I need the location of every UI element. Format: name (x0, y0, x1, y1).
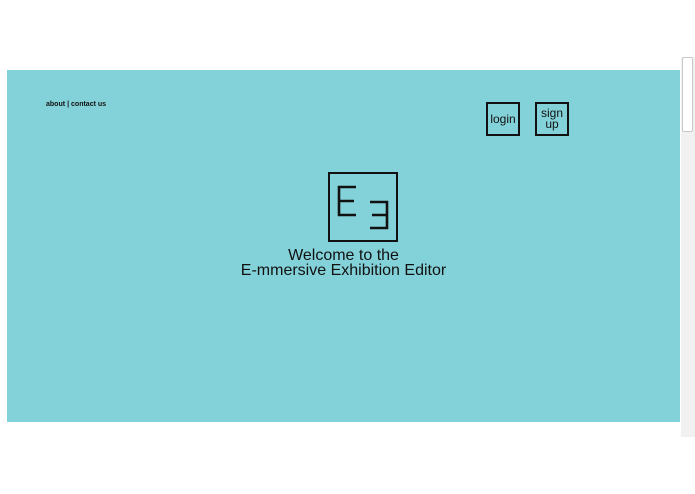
hero-section: about | contact us login sign up Welcome t… (7, 70, 680, 422)
vertical-scrollbar[interactable] (681, 57, 695, 437)
contact-link[interactable]: contact us (71, 101, 106, 108)
signup-button[interactable]: sign up (535, 102, 569, 136)
scrollbar-thumb[interactable] (682, 57, 693, 132)
login-label: login (490, 111, 516, 126)
signup-label: sign up (540, 106, 563, 131)
welcome-line-2: E-mmersive Exhibition Editor (240, 262, 447, 279)
page: about | contact us login sign up Welcome t… (0, 0, 695, 494)
about-link[interactable]: about (46, 101, 65, 108)
nav-separator: | (67, 101, 70, 108)
e-mirrored-e-logo-icon (328, 172, 398, 242)
logo-glyph (337, 185, 389, 230)
login-button[interactable]: login (486, 102, 520, 136)
welcome-heading: Welcome to the E-mmersive Exhibition Edi… (7, 247, 680, 279)
welcome-line-1: Welcome to the (288, 247, 399, 264)
top-nav: about | contact us (46, 101, 106, 108)
